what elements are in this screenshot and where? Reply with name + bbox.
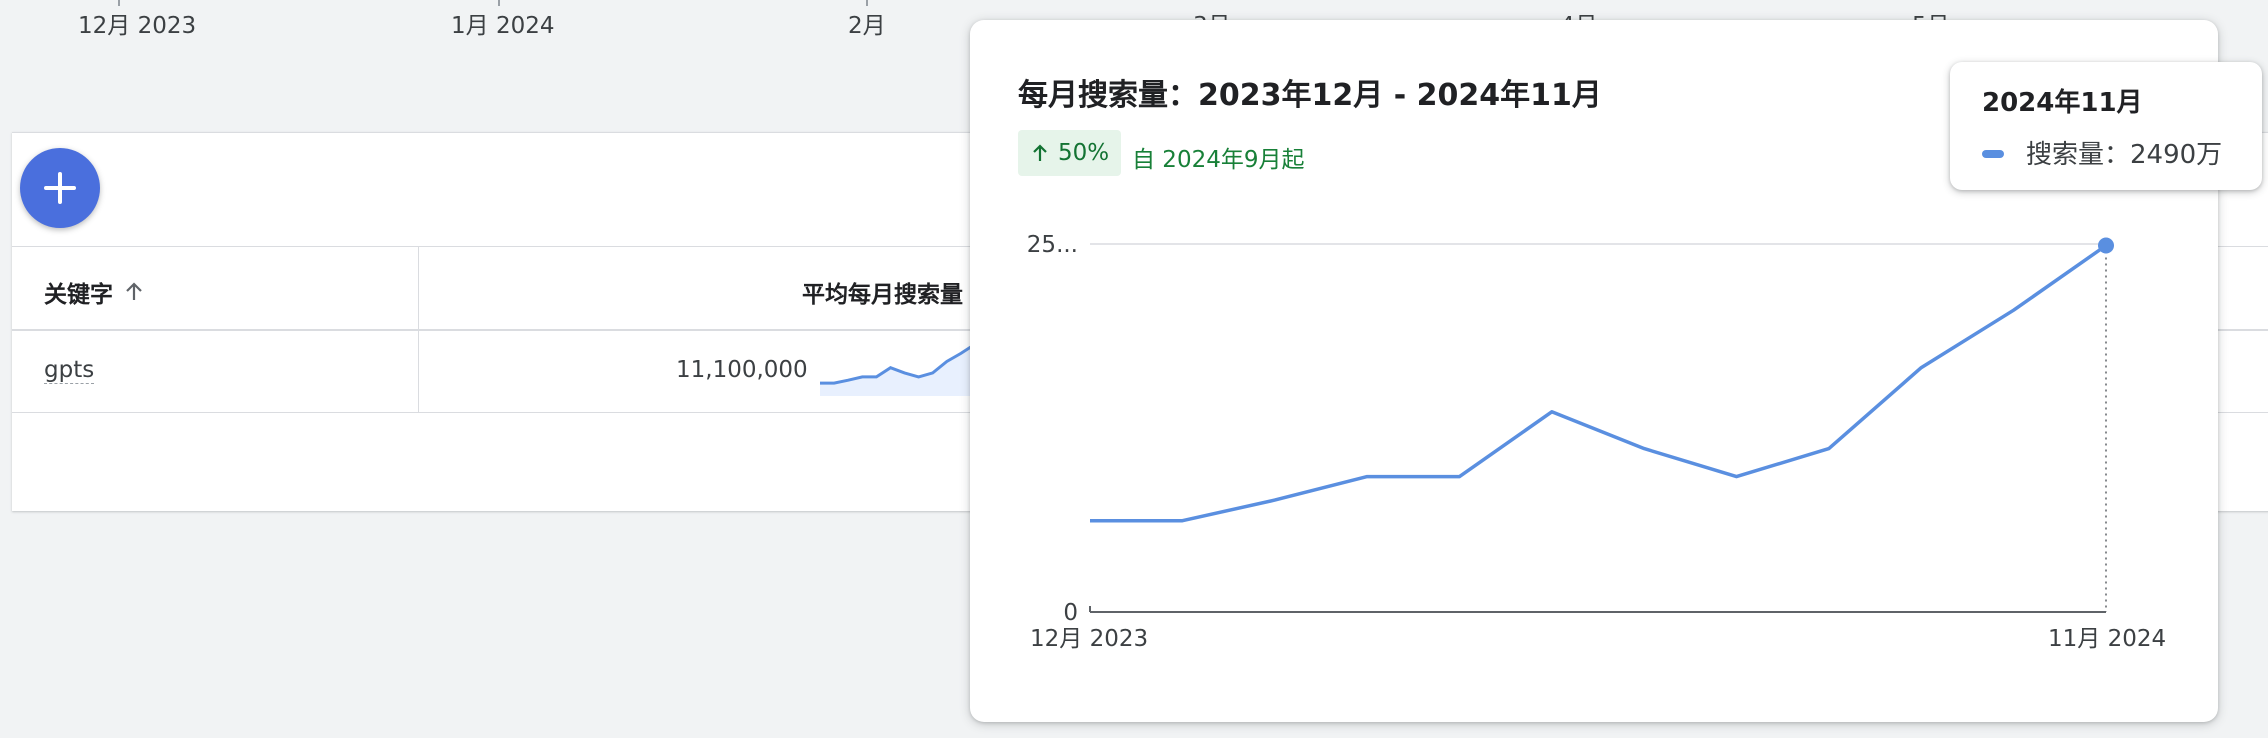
- axis-label: 12月 2023: [78, 13, 197, 39]
- x-tick-label-end: 11月 2024: [2048, 626, 2166, 652]
- avg-monthly-cell: 11,100,000: [676, 357, 808, 383]
- y-tick-label-top: 25...: [1027, 232, 1078, 258]
- keyword-header-label: 关键字: [44, 282, 113, 308]
- keyword-column-header[interactable]: 关键字: [44, 275, 145, 309]
- x-tick-label-start: 12月 2023: [1030, 626, 1148, 652]
- highlighted-data-point[interactable]: [2098, 237, 2114, 254]
- trend-sparkline[interactable]: [810, 338, 980, 404]
- axis-label: 1月 2024: [451, 13, 555, 39]
- keyword-cell[interactable]: gpts: [44, 357, 95, 384]
- arrow-up-icon[interactable]: [123, 281, 145, 303]
- tooltip-title: 2024年11月: [1982, 88, 2143, 118]
- column-divider: [418, 330, 419, 412]
- tooltip-value: 搜索量：2490万: [2026, 140, 2223, 170]
- column-divider: [418, 247, 419, 329]
- y-tick-label-zero: 0: [1063, 600, 1078, 626]
- add-button[interactable]: [20, 148, 100, 228]
- avg-monthly-column-header[interactable]: 平均每月搜索量: [802, 275, 963, 309]
- chart-tooltip: 2024年11月 搜索量：2490万: [1950, 62, 2262, 190]
- series-line: [1090, 244, 2108, 523]
- series-swatch: [1982, 150, 2004, 158]
- axis-label: 2月: [848, 13, 886, 39]
- plus-icon: [44, 172, 76, 204]
